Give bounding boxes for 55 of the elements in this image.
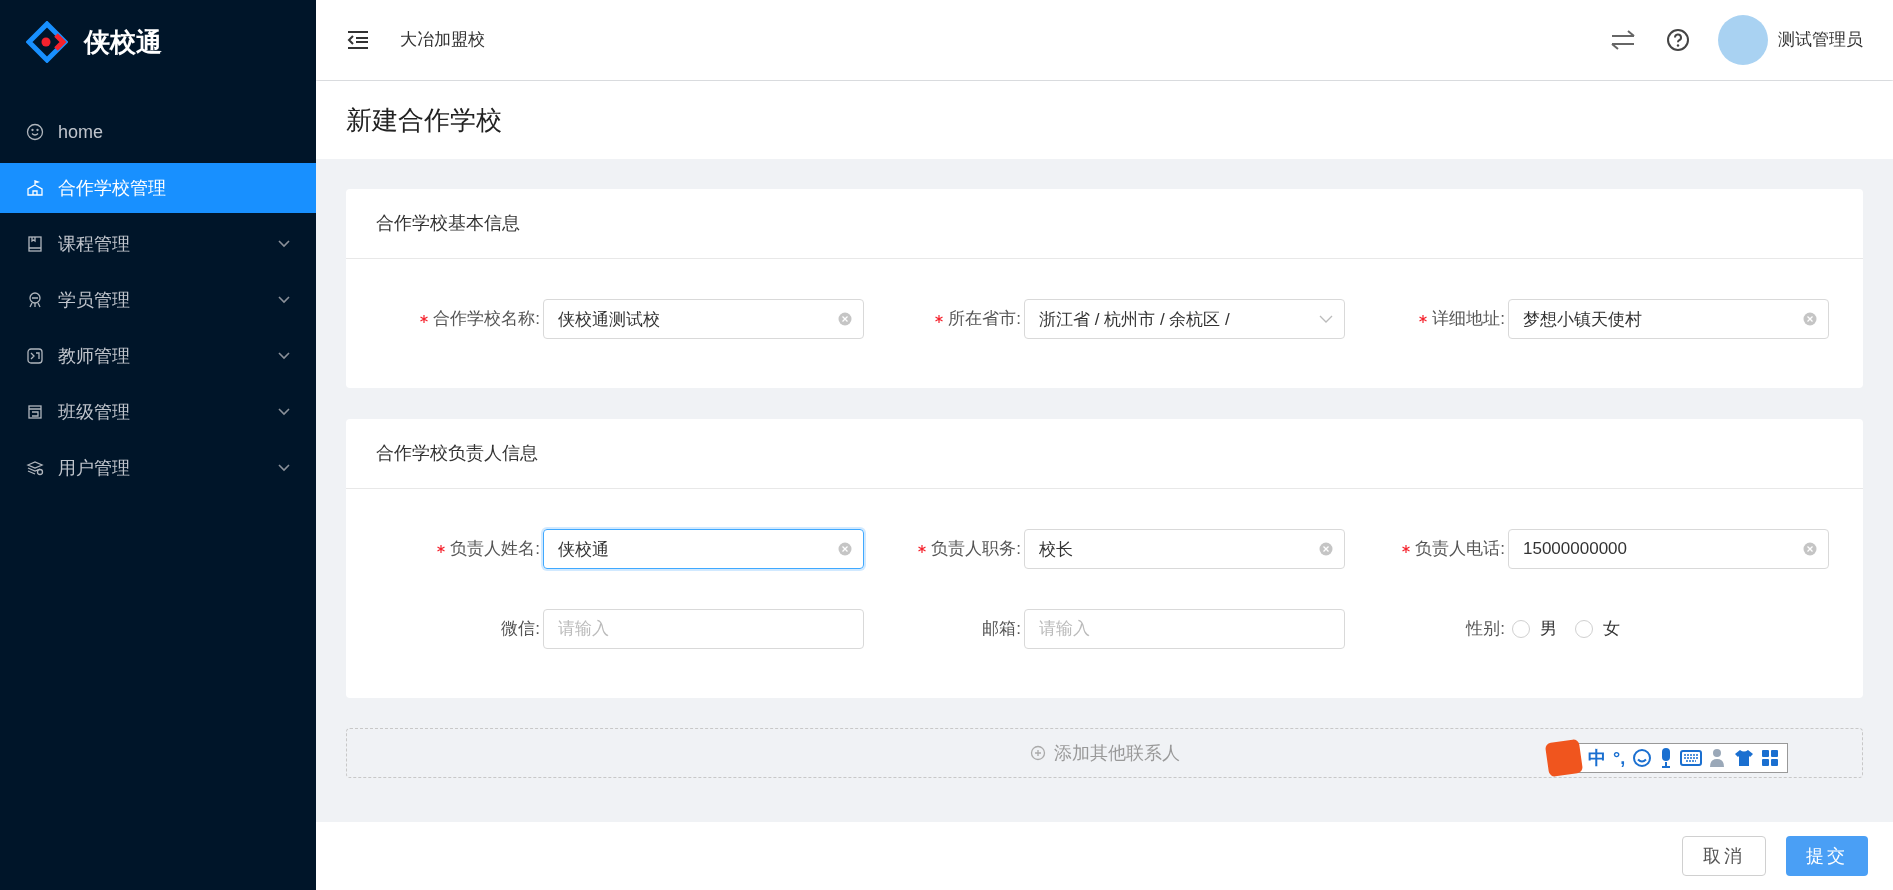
menu-fold-icon[interactable] — [346, 30, 370, 50]
input-field[interactable]: 侠校通 — [543, 529, 864, 569]
clear-icon[interactable] — [838, 542, 852, 556]
ime-mode[interactable]: 中 — [1588, 744, 1606, 772]
sidebar-item[interactable]: home — [0, 107, 316, 157]
radio-option[interactable]: 男 — [1512, 616, 1557, 642]
grid-icon[interactable] — [1761, 749, 1780, 767]
user-name[interactable]: 测试管理员 — [1778, 27, 1863, 53]
field-label: 负责人姓名: — [450, 538, 540, 561]
ime-logo-icon — [1544, 738, 1584, 778]
swap-icon[interactable] — [1610, 29, 1636, 51]
cancel-button[interactable]: 取消 — [1682, 836, 1766, 876]
sidebar-item[interactable]: 班级管理 — [0, 387, 316, 437]
logo-icon — [26, 21, 68, 63]
smile-icon[interactable] — [1632, 748, 1653, 768]
sidebar-item[interactable]: 课程管理 — [0, 219, 316, 269]
book-icon — [26, 235, 44, 253]
input-field[interactable]: 梦想小镇天使村 — [1508, 299, 1829, 339]
field-label: 负责人职务: — [931, 538, 1021, 561]
section-title: 合作学校负责人信息 — [376, 442, 538, 465]
clear-icon[interactable] — [1319, 542, 1333, 556]
keyboard-icon[interactable] — [1680, 750, 1703, 766]
input-field[interactable]: 请输入 — [543, 609, 864, 649]
logo-text: 侠校通 — [84, 25, 162, 59]
help-icon[interactable] — [1666, 28, 1690, 52]
chevron-down-icon — [1319, 315, 1333, 323]
field-label: 所在省市: — [948, 308, 1021, 331]
clear-icon[interactable] — [838, 312, 852, 326]
input-field[interactable]: 侠校通测试校 — [543, 299, 864, 339]
building-icon — [26, 179, 44, 197]
page-title: 新建合作学校 — [346, 103, 502, 137]
input-field[interactable]: 校长 — [1024, 529, 1345, 569]
plus-circle-icon — [1029, 745, 1046, 761]
field-label: 负责人电话: — [1415, 538, 1505, 561]
clear-icon[interactable] — [1803, 542, 1817, 556]
sidebar-item[interactable]: 学员管理 — [0, 275, 316, 325]
region-select[interactable]: 浙江省 / 杭州市 / 余杭区 / — [1024, 299, 1345, 339]
radio-option[interactable]: 女 — [1575, 616, 1620, 642]
sidebar-item[interactable]: 用户管理 — [0, 443, 316, 493]
smile-icon — [26, 123, 44, 141]
input-field[interactable]: 15000000000 — [1508, 529, 1829, 569]
shirt-icon[interactable] — [1734, 749, 1755, 767]
sidebar-item[interactable]: 教师管理 — [0, 331, 316, 381]
layers-icon — [26, 459, 44, 477]
field-label: 性别: — [1466, 618, 1505, 641]
avatar[interactable] — [1718, 15, 1768, 65]
field-label: 详细地址: — [1432, 308, 1505, 331]
field-label: 合作学校名称: — [433, 308, 540, 331]
school-name: 大冶加盟校 — [400, 29, 485, 52]
input-field[interactable]: 请输入 — [1024, 609, 1345, 649]
field-label: 微信: — [501, 618, 540, 641]
clear-icon[interactable] — [1803, 312, 1817, 326]
section-title: 合作学校基本信息 — [376, 212, 520, 235]
field-label: 邮箱: — [982, 618, 1021, 641]
ime-punctuation[interactable]: °, — [1613, 744, 1626, 772]
